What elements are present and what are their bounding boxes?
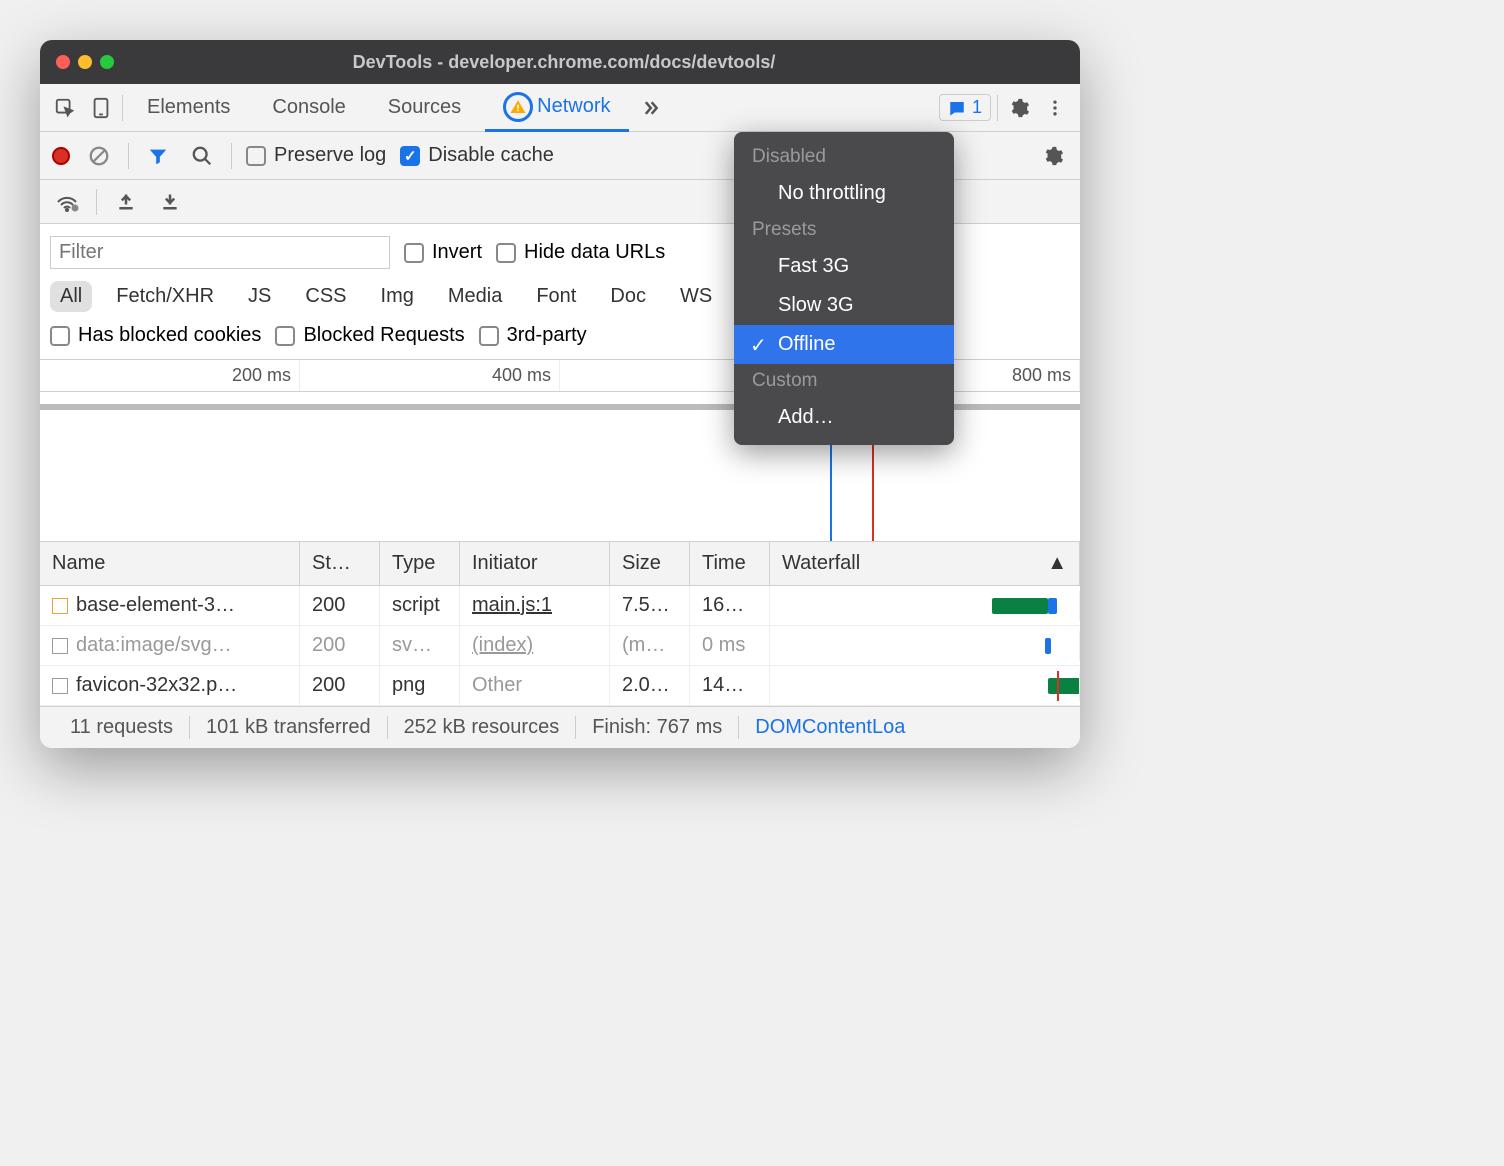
throttling-no-throttling[interactable]: No throttling <box>734 174 954 213</box>
divider <box>997 95 998 121</box>
hide-data-urls-checkbox[interactable]: Hide data URLs <box>496 241 665 264</box>
col-name[interactable]: Name <box>40 542 300 585</box>
record-button[interactable] <box>52 147 70 165</box>
request-type: sv… <box>380 626 460 665</box>
third-party-checkbox[interactable]: 3rd-party <box>479 324 587 347</box>
col-time[interactable]: Time <box>690 542 770 585</box>
filter-type-doc[interactable]: Doc <box>600 281 656 312</box>
request-initiator: Other <box>460 666 610 705</box>
col-size[interactable]: Size <box>610 542 690 585</box>
divider <box>122 95 123 121</box>
col-status[interactable]: St… <box>300 542 380 585</box>
kebab-menu-icon[interactable] <box>1040 93 1070 123</box>
offline-warning-icon <box>503 92 533 122</box>
throttling-add[interactable]: Add… <box>734 398 954 437</box>
request-name: base-element-3… <box>76 594 235 617</box>
request-waterfall <box>770 591 1080 621</box>
throttling-group-custom: Custom <box>734 364 954 398</box>
status-transferred: 101 kB transferred <box>190 716 388 739</box>
throttling-offline[interactable]: Offline <box>734 325 954 364</box>
request-time: 16… <box>690 586 770 625</box>
tab-sources[interactable]: Sources <box>370 84 479 132</box>
col-initiator[interactable]: Initiator <box>460 542 610 585</box>
image-file-icon <box>52 638 68 654</box>
filter-type-js[interactable]: JS <box>238 281 281 312</box>
preserve-log-checkbox[interactable]: Preserve log <box>246 144 386 167</box>
divider <box>96 189 97 215</box>
clear-icon[interactable] <box>84 141 114 171</box>
tabbar: Elements Console Sources Network 1 <box>40 84 1080 132</box>
request-waterfall <box>770 631 1080 661</box>
request-status: 200 <box>300 626 380 665</box>
request-size: 2.0… <box>610 666 690 705</box>
filter-icon[interactable] <box>143 141 173 171</box>
network-settings-icon[interactable] <box>1038 141 1068 171</box>
throttling-fast-3g[interactable]: Fast 3G <box>734 247 954 286</box>
col-type[interactable]: Type <box>380 542 460 585</box>
request-name: favicon-32x32.p… <box>76 674 237 697</box>
request-status: 200 <box>300 586 380 625</box>
timeline-tick: 400 ms <box>300 360 560 391</box>
table-row[interactable]: data:image/svg… 200 sv… (index) (m… 0 ms <box>40 626 1080 666</box>
filter-type-all[interactable]: All <box>50 281 92 312</box>
settings-icon[interactable] <box>1004 93 1034 123</box>
request-time: 0 ms <box>690 626 770 665</box>
status-requests: 11 requests <box>54 716 190 739</box>
issues-badge[interactable]: 1 <box>939 94 991 121</box>
issues-count: 1 <box>972 97 982 118</box>
request-type: script <box>380 586 460 625</box>
request-initiator[interactable]: (index) <box>472 634 533 657</box>
tab-network[interactable]: Network <box>485 84 628 132</box>
blocked-cookies-checkbox[interactable]: Has blocked cookies <box>50 324 261 347</box>
tab-elements[interactable]: Elements <box>129 84 248 132</box>
request-status: 200 <box>300 666 380 705</box>
filter-input[interactable] <box>50 236 390 269</box>
request-initiator[interactable]: main.js:1 <box>472 594 552 617</box>
status-dcl: DOMContentLoa <box>739 716 921 739</box>
filter-type-css[interactable]: CSS <box>295 281 356 312</box>
col-waterfall[interactable]: Waterfall▲ <box>770 542 1080 585</box>
inspect-element-icon[interactable] <box>50 93 80 123</box>
blocked-requests-checkbox[interactable]: Blocked Requests <box>275 324 464 347</box>
request-size: (m… <box>610 626 690 665</box>
tab-network-label: Network <box>537 95 610 118</box>
more-tabs-icon[interactable] <box>635 93 665 123</box>
throttling-slow-3g[interactable]: Slow 3G <box>734 286 954 325</box>
image-file-icon <box>52 678 68 694</box>
sort-asc-icon: ▲ <box>1047 552 1067 575</box>
search-icon[interactable] <box>187 141 217 171</box>
timeline-tick: 200 ms <box>40 360 300 391</box>
titlebar: DevTools - developer.chrome.com/docs/dev… <box>40 40 1080 84</box>
statusbar: 11 requests 101 kB transferred 252 kB re… <box>40 706 1080 748</box>
filter-type-fetch[interactable]: Fetch/XHR <box>106 281 224 312</box>
script-file-icon <box>52 598 68 614</box>
table-row[interactable]: favicon-32x32.p… 200 png Other 2.0… 14… <box>40 666 1080 706</box>
network-conditions-icon[interactable] <box>52 187 82 217</box>
status-resources: 252 kB resources <box>388 716 577 739</box>
divider <box>128 143 129 169</box>
invert-checkbox[interactable]: Invert <box>404 241 482 264</box>
export-har-icon[interactable] <box>155 187 185 217</box>
status-finish: Finish: 767 ms <box>576 716 739 739</box>
device-toggle-icon[interactable] <box>86 93 116 123</box>
request-time: 14… <box>690 666 770 705</box>
tab-console[interactable]: Console <box>254 84 363 132</box>
table-header: Name St… Type Initiator Size Time Waterf… <box>40 542 1080 586</box>
divider <box>231 143 232 169</box>
throttling-group-presets: Presets <box>734 213 954 247</box>
filter-type-ws[interactable]: WS <box>670 281 722 312</box>
disable-cache-checkbox[interactable]: ✓Disable cache <box>400 144 554 167</box>
window-title: DevTools - developer.chrome.com/docs/dev… <box>64 52 1064 73</box>
table-row[interactable]: base-element-3… 200 script main.js:1 7.5… <box>40 586 1080 626</box>
import-har-icon[interactable] <box>111 187 141 217</box>
request-name: data:image/svg… <box>76 634 232 657</box>
filter-type-media[interactable]: Media <box>438 281 512 312</box>
throttling-dropdown: Disabled No throttling Presets Fast 3G S… <box>734 132 954 445</box>
filter-type-img[interactable]: Img <box>371 281 424 312</box>
throttling-group-disabled: Disabled <box>734 140 954 174</box>
request-type: png <box>380 666 460 705</box>
filter-type-font[interactable]: Font <box>526 281 586 312</box>
request-size: 7.5… <box>610 586 690 625</box>
request-waterfall <box>770 671 1080 701</box>
